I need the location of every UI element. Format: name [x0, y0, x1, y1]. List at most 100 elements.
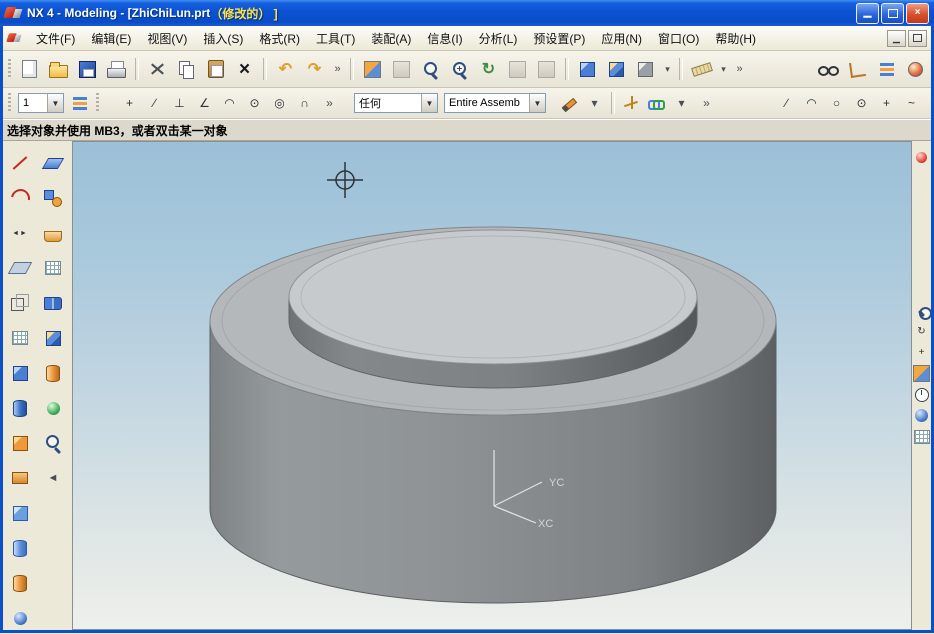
inspect-zoom-icon[interactable] — [39, 429, 67, 457]
view-orientation-icon[interactable] — [632, 56, 659, 83]
menu-insert[interactable]: 插入(S) — [195, 26, 251, 51]
view-overflow-icon[interactable]: » — [732, 56, 747, 83]
layer-settings-icon[interactable] — [68, 92, 91, 115]
line-tool-icon[interactable]: ∕ — [775, 92, 798, 115]
pad-icon[interactable] — [6, 499, 34, 527]
system-menu-icon[interactable] — [7, 32, 21, 45]
primitive-cylinder-icon[interactable] — [39, 359, 67, 387]
menu-file[interactable]: 文件(F) — [28, 26, 83, 51]
clock-icon[interactable] — [912, 385, 931, 404]
snap-arc-icon[interactable]: ◠ — [218, 92, 241, 115]
collapse-column-icon[interactable]: ◄ — [39, 464, 67, 492]
standard-overflow-icon[interactable]: » — [330, 56, 345, 83]
menu-view[interactable]: 视图(V) — [139, 26, 195, 51]
boss-icon[interactable] — [6, 429, 34, 457]
graphics-viewport[interactable]: YC XC — [72, 141, 912, 630]
groove-icon[interactable] — [6, 569, 34, 597]
circle-tool-icon[interactable]: ○ — [825, 92, 848, 115]
dock-arrows-icon[interactable]: ◄► — [6, 219, 34, 247]
graphics-canvas[interactable]: YC XC — [73, 142, 911, 629]
restore-button[interactable] — [881, 3, 904, 24]
menu-help[interactable]: 帮助(H) — [707, 26, 764, 51]
rotate-view-icon[interactable] — [533, 56, 560, 83]
toolbar-grip[interactable] — [96, 93, 99, 113]
view-sphere-icon[interactable] — [912, 406, 931, 425]
analysis-caliper-icon[interactable] — [844, 56, 871, 83]
model-view-icon[interactable] — [39, 324, 67, 352]
fillet-tool-icon[interactable]: ⊙ — [850, 92, 873, 115]
delete-icon[interactable] — [231, 56, 258, 83]
snap-perpendicular-icon[interactable]: ⊥ — [168, 92, 191, 115]
point-tool-icon[interactable]: + — [875, 92, 898, 115]
copy-icon[interactable] — [173, 56, 200, 83]
type-filter-combo[interactable]: 任何 ▼ — [354, 93, 438, 113]
new-part-icon[interactable] — [16, 56, 43, 83]
basic-curves-icon[interactable] — [6, 149, 34, 177]
interpart-link-icon[interactable] — [645, 92, 668, 115]
snap-point-icon[interactable]: + — [118, 92, 141, 115]
snap-overflow-icon[interactable]: » — [318, 92, 341, 115]
zoom-icon[interactable] — [417, 56, 444, 83]
toolbar-grip[interactable] — [8, 93, 11, 113]
arc-curve-icon[interactable] — [6, 184, 34, 212]
highlight-brush-icon[interactable] — [558, 92, 581, 115]
arc-tool-icon[interactable]: ◠ — [800, 92, 823, 115]
pan-tool-icon[interactable]: + — [912, 343, 931, 362]
print-icon[interactable] — [103, 56, 130, 83]
visualization-glasses-icon[interactable] — [815, 56, 842, 83]
menu-assemblies[interactable]: 装配(A) — [363, 26, 419, 51]
grid-tool-icon[interactable] — [912, 427, 931, 446]
redo-icon[interactable] — [301, 56, 328, 83]
menu-information[interactable]: 信息(I) — [419, 26, 470, 51]
sphere-icon[interactable] — [6, 604, 34, 632]
cylinder-icon[interactable] — [6, 394, 34, 422]
menu-analysis[interactable]: 分析(L) — [471, 26, 526, 51]
part-navigator-icon[interactable] — [39, 289, 67, 317]
zoom-in-out-icon[interactable] — [446, 56, 473, 83]
undo-icon[interactable] — [272, 56, 299, 83]
extrude-icon[interactable] — [6, 359, 34, 387]
layer-stack-icon[interactable] — [873, 56, 900, 83]
render-palette-icon[interactable] — [902, 56, 929, 83]
selection-scope-dropdown-icon[interactable]: ▼ — [529, 94, 545, 112]
wireframe-display-icon[interactable] — [603, 56, 630, 83]
edit-curve-icon[interactable] — [39, 149, 67, 177]
snap-intersection-icon[interactable]: ∩ — [293, 92, 316, 115]
close-button[interactable]: × — [906, 3, 929, 24]
type-filter-dropdown-icon[interactable]: ▼ — [421, 94, 437, 112]
datum-plane-icon[interactable] — [6, 254, 34, 282]
view-orientation-dropdown-icon[interactable]: ▾ — [661, 56, 674, 83]
part-gear-blank[interactable] — [210, 227, 776, 603]
pan-view-icon[interactable] — [504, 56, 531, 83]
snap-center-icon[interactable]: ⊙ — [243, 92, 266, 115]
fit-tool-icon[interactable] — [912, 364, 931, 383]
titlebar[interactable]: NX 4 - Modeling - [ZhiChiLun.prt （修改的） ]… — [0, 0, 934, 26]
toolbar-grip[interactable] — [8, 59, 11, 79]
save-icon[interactable] — [74, 56, 101, 83]
menu-tools[interactable]: 工具(T) — [308, 26, 363, 51]
rotate-tool-icon[interactable]: ↻ — [912, 322, 931, 341]
display-sphere-icon[interactable] — [39, 394, 67, 422]
menu-edit[interactable]: 编辑(E) — [83, 26, 139, 51]
cut-icon[interactable] — [144, 56, 171, 83]
child-restore-button[interactable] — [908, 30, 927, 47]
snap-quadrant-icon[interactable]: ◎ — [268, 92, 291, 115]
menu-application[interactable]: 应用(N) — [593, 26, 650, 51]
snap-angle-icon[interactable]: ∠ — [193, 92, 216, 115]
part-boss-top-face[interactable] — [289, 230, 697, 364]
spline-tool-icon[interactable]: ~ — [900, 92, 923, 115]
menu-format[interactable]: 格式(R) — [251, 26, 308, 51]
block-icon[interactable] — [6, 289, 34, 317]
selection-overflow-icon[interactable]: » — [695, 92, 718, 115]
child-minimize-button[interactable]: ▁ — [887, 30, 906, 47]
hole-icon[interactable] — [6, 534, 34, 562]
selection-scope-combo[interactable]: Entire Assemb ▼ — [444, 93, 546, 113]
shaded-display-icon[interactable] — [574, 56, 601, 83]
measure-distance-icon[interactable] — [688, 56, 715, 83]
zoom-tool-icon[interactable] — [912, 301, 931, 320]
sketch-icon[interactable] — [6, 324, 34, 352]
menu-window[interactable]: 窗口(O) — [650, 26, 707, 51]
refresh-icon[interactable] — [475, 56, 502, 83]
open-icon[interactable] — [45, 56, 72, 83]
transform-icon[interactable] — [39, 184, 67, 212]
